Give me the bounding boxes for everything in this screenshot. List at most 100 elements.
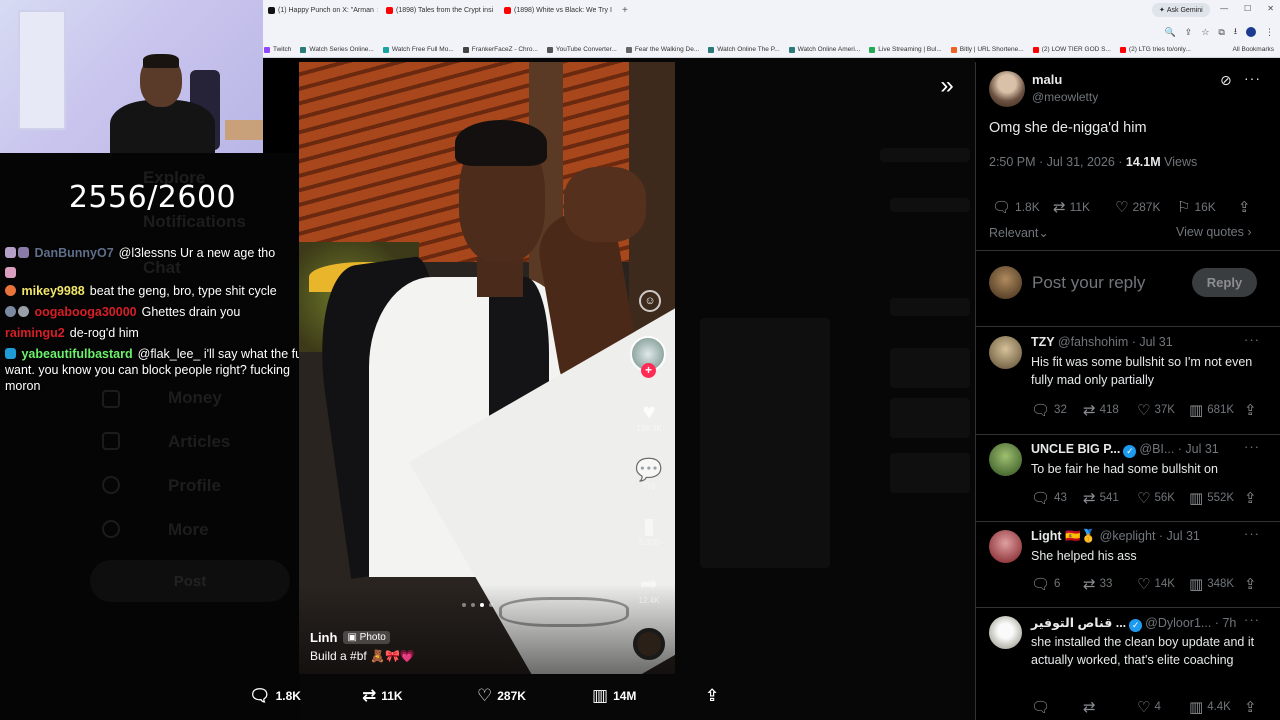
bookmark-item[interactable]: Watch Online The P...	[708, 46, 780, 53]
bookmark-stat[interactable]: ⚐ 16K	[1177, 198, 1216, 216]
bookmark-item[interactable]: Bitly | URL Shortene...	[950, 46, 1024, 53]
reply-input[interactable]: Post your reply	[1032, 273, 1145, 293]
tiktok-caption: Build a #bf 🧸🎀💗	[310, 649, 415, 663]
bookmark-item[interactable]: Fear the Walking De...	[625, 46, 699, 53]
avatar[interactable]	[989, 616, 1022, 649]
bookmark-item[interactable]: FrankerFaceZ - Chro...	[462, 46, 538, 53]
reply-comment-stat[interactable]: 🗨 43	[1031, 489, 1067, 507]
media-views-button[interactable]: ▥ 14M	[592, 686, 636, 706]
reply-author[interactable]: TZY @fahshohim · Jul 31	[1031, 335, 1173, 349]
reply-item[interactable]: UNCLE BIG P... ✓ @BI... · Jul 31 ··· To be…	[976, 435, 1280, 522]
reply-item[interactable]: Light 🇪🇸🥇 @keplight · Jul 31 ··· She hel…	[976, 522, 1280, 608]
reply-comment-stat[interactable]: 🗨	[1031, 698, 1054, 716]
media-like-button[interactable]: ♡ 287K	[477, 686, 526, 706]
chat-username[interactable]: oogabooga30000	[34, 305, 136, 319]
media-reply-button[interactable]: 🗨 1.8K	[249, 686, 301, 706]
new-tab-button[interactable]: +	[616, 5, 634, 16]
more-options-icon[interactable]: ···	[1244, 526, 1260, 541]
bookmark-item[interactable]: Watch Free Full Mo...	[382, 46, 454, 53]
author-name[interactable]: malu	[1032, 72, 1062, 87]
avatar[interactable]	[989, 530, 1022, 563]
profile-avatar[interactable]	[1246, 27, 1256, 37]
browser-tab[interactable]: (1) Happy Punch on X: "Arman ×	[262, 1, 378, 19]
reply-comment-stat[interactable]: 🗨 6	[1031, 575, 1060, 593]
download-icon[interactable]: ⭳	[1234, 24, 1237, 40]
media-share-button[interactable]: ⇪	[705, 686, 719, 706]
avatar[interactable]	[989, 71, 1025, 107]
chat-username[interactable]: raimingu2	[5, 326, 65, 340]
bookmark-item[interactable]: YouTube Converter...	[546, 46, 617, 53]
like-stat[interactable]: ♡ 287K	[1115, 198, 1160, 216]
menu-icon[interactable]: ⋮	[1265, 27, 1274, 38]
reply-item[interactable]: TZY @fahshohim · Jul 31 ··· His fit was …	[976, 328, 1280, 434]
reply-share-button[interactable]: ⇪	[1244, 698, 1257, 716]
more-options-icon[interactable]: ···	[1244, 439, 1260, 454]
reply-author[interactable]: Light 🇪🇸🥇 @keplight · Jul 31	[1031, 529, 1200, 544]
ask-gemini-button[interactable]: ✦ Ask Gemini	[1152, 3, 1210, 17]
slide-dot[interactable]	[489, 603, 493, 607]
close-tab-icon[interactable]: ×	[377, 6, 378, 15]
reply-views-stat[interactable]: ▥ 348K	[1189, 575, 1234, 593]
reply-views-stat[interactable]: ▥ 681K	[1189, 401, 1234, 419]
more-options-icon[interactable]: ···	[1244, 332, 1260, 347]
reply-author[interactable]: UNCLE BIG P... ✓ @BI... · Jul 31	[1031, 442, 1219, 458]
bookmark-item[interactable]: Live Streaming | Bul...	[869, 46, 942, 53]
avatar[interactable]	[989, 443, 1022, 476]
reply-like-stat[interactable]: ♡ 56K	[1137, 489, 1175, 507]
chat-username[interactable]: mikey9988	[21, 284, 84, 298]
chat-username[interactable]: DanBunnyO7	[34, 246, 113, 260]
share-button[interactable]: ⇪	[1238, 198, 1251, 216]
browser-tab[interactable]: (1898) Tales from the Crypt insi ×	[380, 1, 496, 19]
more-options-icon[interactable]: ···	[1244, 70, 1261, 86]
reply-repost-stat[interactable]: ⇄ 33	[1083, 575, 1112, 593]
chat-username[interactable]: yabeautifulbastard	[21, 347, 132, 361]
tweet-time[interactable]: 2:50 PM · Jul 31, 2026	[989, 155, 1115, 169]
author-handle[interactable]: @meowletty	[1032, 90, 1098, 104]
bookmark-item[interactable]: Watch Online Ameri...	[788, 46, 860, 53]
reply-share-button[interactable]: ⇪	[1244, 401, 1257, 419]
reply-like-stat[interactable]: ♡ 4	[1137, 698, 1161, 716]
reply-repost-stat[interactable]: ⇄ 541	[1083, 489, 1119, 507]
reply-author[interactable]: قناص التوفير ... ✓ @Dyloor1... · 7h	[1031, 615, 1236, 632]
browser-tab[interactable]: (1898) White vs Black: We Try I ×	[498, 1, 614, 19]
reply-repost-stat[interactable]: ⇄	[1083, 698, 1100, 716]
reply-repost-stat[interactable]: ⇄ 418	[1083, 401, 1119, 419]
repost-stat[interactable]: ⇄ 11K	[1053, 198, 1090, 216]
slide-dot[interactable]	[480, 603, 484, 607]
slide-dot[interactable]	[471, 603, 475, 607]
close-window-icon[interactable]: ✕	[1267, 4, 1274, 13]
extensions-icon[interactable]: ⧉	[1218, 27, 1224, 38]
media-photo[interactable]	[299, 62, 675, 674]
reply-item[interactable]: قناص التوفير ... ✓ @Dyloor1... · 7h ··· sh…	[976, 608, 1280, 720]
bookmark-item[interactable]: (2) LOW TIER GOD S...	[1032, 46, 1111, 53]
expand-panel-icon[interactable]: »	[934, 74, 960, 100]
slide-dot[interactable]	[462, 603, 466, 607]
bookmark-item[interactable]: Twitch	[264, 46, 291, 53]
bookmark-item[interactable]: (2) LTG tries to/only...	[1119, 46, 1191, 53]
zoom-icon[interactable]: 🔍	[1165, 27, 1176, 38]
bookmark-item[interactable]: Watch Series Online...	[300, 46, 374, 53]
maximize-icon[interactable]: ☐	[1244, 4, 1251, 13]
reply-like-stat[interactable]: ♡ 37K	[1137, 401, 1175, 419]
tiktok-share-count: 12.4K	[638, 596, 660, 605]
reply-like-stat[interactable]: ♡ 14K	[1137, 575, 1175, 593]
reply-stat[interactable]: 🗨 1.8K	[992, 198, 1040, 216]
reply-button[interactable]: Reply	[1192, 268, 1257, 297]
share-icon[interactable]: ⇪	[1185, 27, 1193, 38]
avatar[interactable]	[989, 336, 1022, 369]
reply-comment-stat[interactable]: 🗨 32	[1031, 401, 1067, 419]
bookmark-star-icon[interactable]: ☆	[1201, 27, 1209, 38]
minimize-icon[interactable]: —	[1220, 4, 1228, 13]
reply-share-button[interactable]: ⇪	[1244, 489, 1257, 507]
reply-share-button[interactable]: ⇪	[1244, 575, 1257, 593]
reply-views-stat[interactable]: ▥ 552K	[1189, 489, 1234, 507]
window-controls: — ☐ ✕	[1220, 4, 1274, 13]
grok-icon[interactable]: ⊘	[1220, 72, 1232, 89]
all-bookmarks-button[interactable]: All Bookmarks	[1232, 46, 1274, 53]
view-quotes-link[interactable]: View quotes ›	[1176, 225, 1252, 239]
view-quotes-label: View quotes	[1176, 225, 1244, 239]
reply-views-stat[interactable]: ▥ 4.4K	[1189, 698, 1231, 716]
more-options-icon[interactable]: ···	[1244, 612, 1260, 627]
sort-replies-dropdown[interactable]: Relevant⌄	[989, 225, 1049, 240]
media-repost-button[interactable]: ⇄ 11K	[362, 686, 403, 706]
